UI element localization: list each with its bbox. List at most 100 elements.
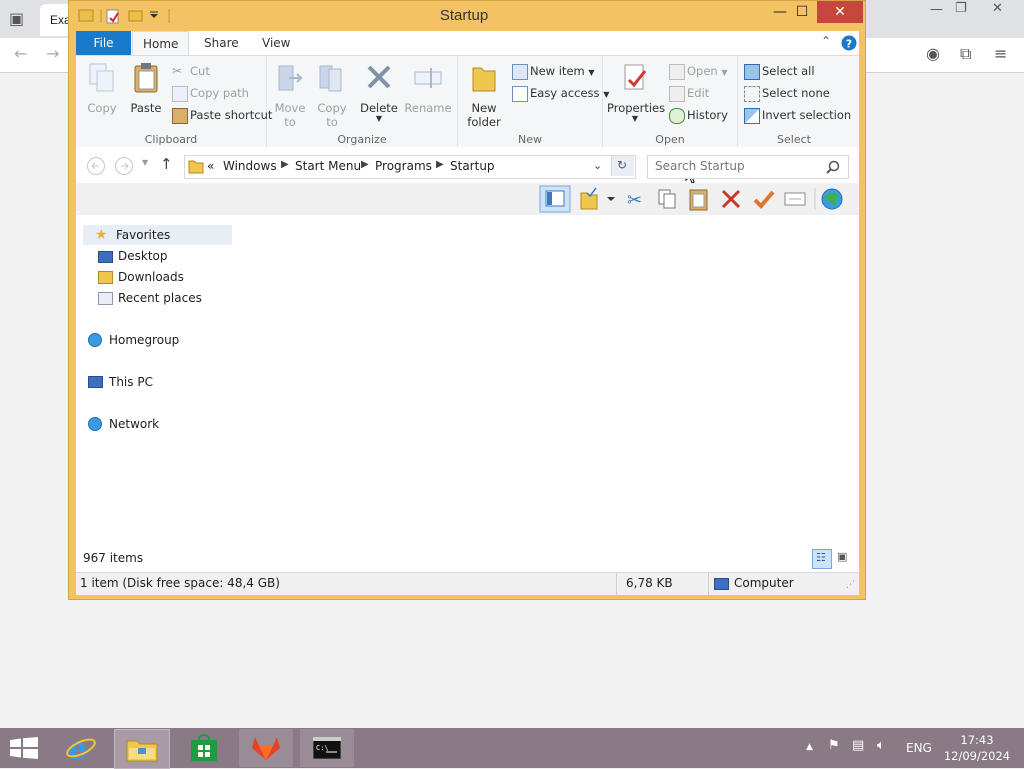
delete-button[interactable]: Delete ▼ [359, 62, 399, 123]
back-icon[interactable]: ← [14, 44, 27, 63]
recent-locations-icon[interactable]: ▼ [142, 158, 148, 167]
folder-check-icon[interactable] [580, 187, 615, 210]
action-center-icon[interactable]: ⚑ [828, 738, 840, 753]
copy-button[interactable]: Copy [80, 62, 124, 115]
copy-to-button[interactable]: Copy to [313, 62, 351, 129]
browser-close-icon[interactable]: ✕ [992, 1, 1003, 16]
customize-dropdown-icon[interactable] [150, 11, 158, 18]
large-icons-view-button[interactable]: ▣ [834, 549, 852, 567]
extensions-icon[interactable]: ⧉ [960, 44, 971, 64]
breadcrumb-separator-icon[interactable]: ▶ [436, 159, 444, 170]
new-folder-button[interactable]: New folder [462, 62, 506, 129]
nav-this-pc[interactable]: This PC [88, 372, 153, 392]
help-icon[interactable]: ? [841, 35, 857, 51]
organize-group: Move to Copy to Delete ▼ Rename Organize [267, 56, 458, 148]
select-none-button[interactable]: Select none [744, 83, 830, 103]
browser-restore-icon[interactable]: ❐ [955, 1, 967, 16]
details-view-icon: ☷ [816, 551, 826, 564]
up-icon[interactable]: ↑ [160, 155, 173, 173]
open-button[interactable]: Open ▼ [669, 61, 728, 81]
breadcrumb-separator-icon[interactable]: ▶ [281, 159, 289, 170]
profile-icon[interactable]: ◉ [926, 44, 940, 63]
breadcrumb-start-menu[interactable]: Start Menu [295, 159, 361, 173]
show-hidden-icons-icon[interactable]: ▲ [806, 742, 813, 752]
address-history-dropdown-icon[interactable]: ⌄ [593, 159, 602, 172]
forward-icon[interactable]: → [46, 44, 59, 63]
nav-recent-places[interactable]: Recent places [98, 288, 202, 308]
paste-icon[interactable] [689, 189, 708, 211]
tab-file[interactable]: File [76, 31, 131, 55]
edit-button[interactable]: Edit [669, 83, 709, 103]
tab-overview-icon[interactable]: ▣ [9, 9, 24, 28]
refresh-icon: ↻ [617, 158, 628, 172]
clock[interactable]: 17:43 12/09/2024 [940, 732, 1014, 764]
new-folder-icon[interactable] [128, 10, 143, 22]
resize-grip-icon[interactable]: ⋰ [846, 580, 855, 590]
maximize-button[interactable]: ☐ [787, 1, 817, 23]
back-icon[interactable] [86, 156, 106, 176]
new-item-button[interactable]: New item ▼ [512, 61, 595, 81]
paste-button[interactable]: Paste [124, 62, 168, 115]
select-all-button[interactable]: Select all [744, 61, 815, 81]
breadcrumb-separator-icon[interactable]: ▶ [361, 159, 369, 170]
open-label: Open [687, 64, 718, 78]
cut-icon[interactable]: ✂ [627, 190, 642, 211]
search-icon[interactable] [826, 160, 840, 174]
breadcrumb-windows[interactable]: Windows [223, 159, 277, 173]
nav-desktop[interactable]: Desktop [98, 246, 168, 266]
language-indicator[interactable]: ENG [906, 741, 932, 755]
easy-access-label: Easy access [530, 86, 600, 100]
volume-muted-icon[interactable]: 🔈︎ [877, 738, 885, 753]
properties-check-icon[interactable] [753, 190, 775, 209]
details-view-button[interactable]: ☷ [812, 549, 832, 569]
nav-favorites[interactable]: ★ Favorites [83, 225, 232, 245]
browser-minimize-icon[interactable]: — [930, 2, 943, 17]
folder-icon[interactable] [78, 9, 94, 22]
paste-shortcut-button[interactable]: Paste shortcut [172, 105, 272, 125]
invert-selection-button[interactable]: Invert selection [744, 105, 851, 125]
tab-view[interactable]: View [252, 31, 300, 55]
breadcrumb-startup[interactable]: Startup [450, 159, 495, 173]
nav-homegroup[interactable]: Homegroup [88, 330, 179, 350]
globe-icon[interactable] [821, 188, 843, 210]
nav-downloads[interactable]: Downloads [98, 267, 184, 287]
nav-network[interactable]: Network [88, 414, 159, 434]
start-windows-icon[interactable] [10, 737, 38, 759]
forward-icon[interactable] [114, 156, 134, 176]
collapse-ribbon-icon[interactable]: ⌃ [821, 34, 831, 48]
selection-size: 6,78 KB [626, 576, 673, 590]
paste-icon [134, 63, 158, 93]
menu-icon[interactable]: ≡ [994, 44, 1007, 63]
breadcrumb-overflow[interactable]: « [207, 159, 214, 173]
taskbar-store[interactable] [177, 729, 231, 767]
address-input[interactable]: « Windows ▶ Start Menu ▶ Programs ▶ Star… [184, 155, 636, 179]
easy-access-button[interactable]: Easy access ▼ [512, 83, 609, 103]
explorer-window: Startup — ☐ ✕ File Home Share View ⌃ ? C… [68, 0, 866, 600]
folder-icon [188, 160, 204, 174]
breadcrumb-programs[interactable]: Programs [375, 159, 432, 173]
rename-button[interactable]: Rename [403, 62, 453, 115]
refresh-button[interactable]: ↻ [611, 156, 634, 176]
network-status-icon[interactable]: ▤ [852, 738, 864, 753]
taskbar-file-explorer[interactable] [114, 729, 170, 769]
properties-icon[interactable] [106, 9, 119, 24]
copy-path-button[interactable]: Copy path [172, 83, 249, 103]
tab-share[interactable]: Share [194, 31, 249, 55]
properties-button[interactable]: Properties ▼ [607, 62, 665, 123]
history-button[interactable]: History [669, 105, 728, 125]
taskbar-gitlab[interactable] [239, 729, 293, 767]
downloads-icon [98, 271, 113, 284]
taskbar-command-prompt[interactable]: C:\_ [300, 729, 354, 767]
file-list-area[interactable] [236, 215, 859, 545]
preview-pane-icon[interactable] [539, 185, 571, 213]
taskbar-internet-explorer[interactable]: e [54, 729, 108, 767]
delete-icon[interactable] [721, 189, 741, 209]
close-button[interactable]: ✕ [817, 1, 863, 23]
search-input[interactable]: Search Startup [647, 155, 849, 179]
select-all-label: Select all [762, 64, 815, 78]
move-to-button[interactable]: Move to [271, 62, 309, 129]
copy-icon[interactable] [658, 189, 676, 209]
rename-icon[interactable] [784, 192, 806, 206]
tab-home[interactable]: Home [132, 31, 190, 55]
cut-button[interactable]: ✂ Cut [172, 61, 210, 81]
